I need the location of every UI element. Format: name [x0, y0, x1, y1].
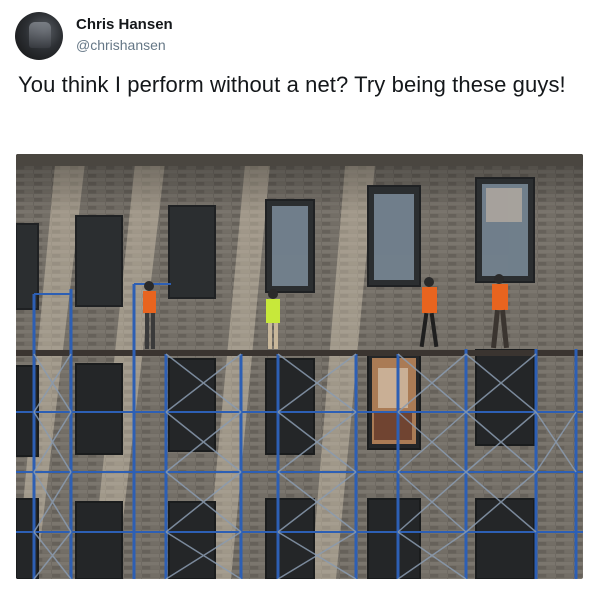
avatar-image: [29, 22, 51, 48]
user-handle[interactable]: @chrishansen: [76, 36, 166, 54]
scaffolding-photo: [16, 154, 583, 579]
tweet-photo[interactable]: [16, 154, 583, 579]
tweet-text: You think I perform without a net? Try b…: [18, 72, 566, 97]
display-name[interactable]: Chris Hansen: [76, 15, 173, 35]
avatar[interactable]: [15, 12, 63, 60]
tweet-card: Chris Hansen @chrishansen You think I pe…: [0, 0, 598, 589]
